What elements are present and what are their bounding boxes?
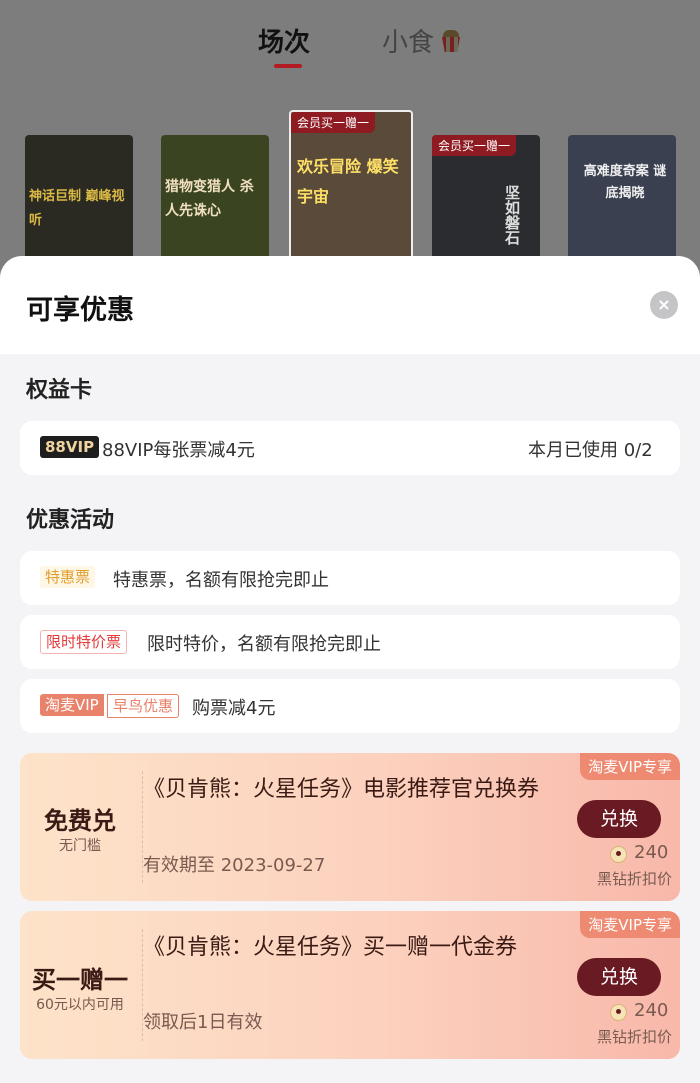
sheet-header: 可享优惠 × — [0, 256, 700, 354]
movie-poster[interactable]: 神话巨制 巅峰视听 — [25, 135, 133, 260]
movie-poster[interactable]: 高难度奇案 谜底揭晓 — [568, 135, 676, 260]
coupon-type: 免费兑 — [44, 807, 116, 835]
poster-text: 坚如磐石 — [503, 185, 521, 245]
black-diamond-coin-icon — [610, 846, 627, 863]
movie-poster[interactable]: 猎物变猎人 杀人先诛心 — [161, 135, 269, 260]
black-diamond-coin-icon — [610, 1004, 627, 1021]
member-badge: 会员买一赠一 — [291, 112, 376, 133]
promo-section-title: 优惠活动 — [26, 508, 115, 533]
top-tabs: 场次 小食 — [0, 22, 700, 72]
coupon-condition: 无门槛 — [59, 838, 101, 854]
close-icon[interactable]: × — [650, 291, 678, 319]
coupon-condition: 60元以内可用 — [36, 997, 124, 1013]
poster-text: 神话巨制 巅峰视听 — [29, 189, 125, 228]
redeem-button[interactable]: 兑换 — [577, 800, 661, 838]
taomai-vip-tag: 淘麦VIP — [40, 694, 104, 716]
coupon-type: 买一赠一 — [32, 966, 128, 994]
promo-text: 限时特价，名额有限抢完即止 — [147, 634, 381, 655]
coupon-validity: 有效期至 2023-09-27 — [143, 855, 326, 876]
special-ticket-tag: 特惠票 — [40, 566, 96, 588]
price-note: 黑钻折扣价 — [597, 870, 673, 888]
rights-text: 88VIP每张票减4元 — [102, 440, 255, 461]
coupon-title: 《贝肯熊：火星任务》电影推荐官兑换券 — [143, 777, 540, 802]
vip-exclusive-badge: 淘麦VIP专享 — [580, 753, 680, 780]
popcorn-icon — [442, 30, 460, 52]
promo-text: 购票减4元 — [192, 698, 276, 719]
poster-text: 欢乐冒险 爆笑宇宙 — [297, 157, 399, 206]
sheet-title: 可享优惠 — [26, 295, 134, 326]
coupon-title: 《贝肯熊：火星任务》买一赠一代金券 — [143, 935, 518, 960]
vip-exclusive-badge: 淘麦VIP专享 — [580, 911, 680, 938]
coupon-card: 淘麦VIP专享 买一赠一 60元以内可用 《贝肯熊：火星任务》买一赠一代金券 领… — [20, 911, 680, 1059]
price-note: 黑钻折扣价 — [597, 1028, 673, 1046]
rights-section-title: 权益卡 — [26, 378, 93, 403]
active-tab-indicator — [274, 64, 302, 68]
poster-text: 猎物变猎人 杀人先诛心 — [165, 179, 254, 219]
rights-card-88vip[interactable]: 88VIP 88VIP每张票减4元 本月已使用 0/2 — [20, 421, 680, 475]
poster-text: 高难度奇案 谜底揭晓 — [583, 164, 667, 201]
coupon-price: 240 — [634, 842, 669, 863]
member-badge: 会员买一赠一 — [432, 135, 517, 156]
promo-row-special[interactable]: 特惠票 特惠票，名额有限抢完即止 — [20, 551, 680, 605]
movie-poster[interactable]: 会员买一赠一 坚如磐石 — [432, 135, 540, 260]
usage-count: 本月已使用 0/2 — [528, 440, 653, 461]
offers-sheet: 可享优惠 × 权益卡 88VIP 88VIP每张票减4元 本月已使用 0/2 优… — [0, 256, 700, 1083]
88vip-tag: 88VIP — [40, 436, 100, 458]
coupon-card: 淘麦VIP专享 免费兑 无门槛 《贝肯熊：火星任务》电影推荐官兑换券 有效期至 … — [20, 753, 680, 901]
coupon-validity: 领取后1日有效 — [143, 1012, 263, 1033]
movie-poster-selected[interactable]: 会员买一赠一 欢乐冒险 爆笑宇宙 — [289, 110, 413, 260]
limited-price-tag: 限时特价票 — [40, 630, 128, 654]
promo-text: 特惠票，名额有限抢完即止 — [113, 570, 329, 591]
background-page: 场次 小食 神话巨制 巅峰视听 猎物变猎人 杀人先诛心 会员买一赠一 欢乐冒险 … — [0, 0, 700, 270]
promo-row-limited[interactable]: 限时特价票 限时特价，名额有限抢完即止 — [20, 615, 680, 669]
tab-sessions[interactable]: 场次 — [258, 22, 310, 59]
coupon-price: 240 — [634, 1000, 669, 1021]
early-bird-tag: 早鸟优惠 — [107, 694, 180, 718]
redeem-button[interactable]: 兑换 — [577, 958, 661, 996]
promo-row-early-bird[interactable]: 淘麦VIP 早鸟优惠 购票减4元 — [20, 679, 680, 733]
tab-snacks[interactable]: 小食 — [382, 22, 434, 59]
